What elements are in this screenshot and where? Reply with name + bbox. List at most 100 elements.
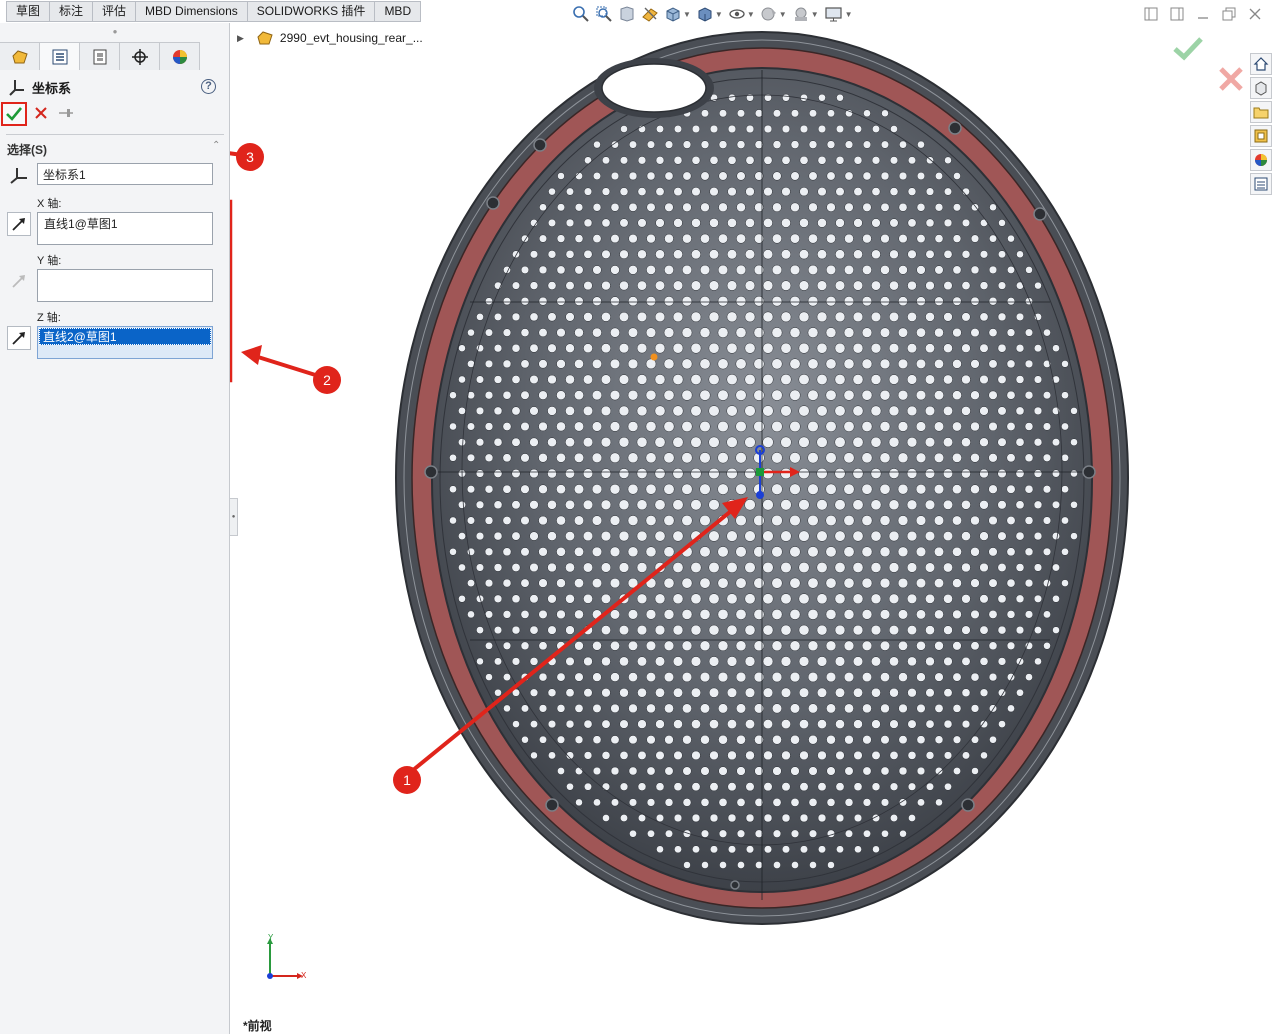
perforation-hole: [512, 720, 520, 728]
dimxpert-icon[interactable]: [120, 42, 160, 70]
file-explorer-icon[interactable]: [1250, 101, 1272, 123]
pin-icon[interactable]: [58, 107, 74, 119]
perforation-hole: [825, 296, 837, 307]
home-icon[interactable]: [1250, 53, 1272, 75]
perforation-hole: [592, 358, 602, 369]
perforation-hole: [672, 467, 684, 480]
perforation-hole: [925, 625, 935, 635]
perforation-hole: [933, 421, 945, 432]
x-axis-selection-box[interactable]: 直线1@草图1: [37, 212, 213, 245]
feature-manager-icon[interactable]: [0, 42, 40, 70]
perforation-hole: [835, 782, 845, 792]
design-library-icon[interactable]: [1250, 77, 1272, 99]
perforation-hole: [1024, 547, 1034, 557]
perforation-hole: [726, 280, 738, 291]
perforation-hole: [627, 640, 639, 651]
custom-properties-icon[interactable]: [1250, 173, 1272, 195]
perforation-hole: [898, 672, 908, 682]
perforation-hole: [600, 405, 612, 417]
perforation-hole: [592, 171, 602, 181]
property-manager-icon[interactable]: [40, 42, 80, 70]
property-manager-header: 坐标系 ?: [8, 77, 220, 97]
perforation-hole: [654, 311, 666, 323]
perforation-hole: [1006, 297, 1016, 306]
perforation-hole: [835, 687, 845, 698]
ok-button[interactable]: [1, 102, 27, 126]
perforation-hole: [844, 766, 854, 776]
perforation-hole: [925, 312, 935, 322]
perforation-hole: [925, 751, 935, 760]
perforation-hole: [575, 798, 583, 807]
perforation-hole: [807, 609, 819, 620]
perforation-hole: [591, 421, 603, 432]
collapse-caret-icon[interactable]: ⌃: [212, 140, 220, 151]
perforation-hole: [647, 829, 655, 838]
task-pane: [1250, 53, 1272, 195]
perforation-hole: [1052, 563, 1060, 572]
expand-caret-icon[interactable]: ▶: [237, 33, 244, 44]
view-palette-icon[interactable]: [1250, 125, 1272, 147]
perforation-hole: [637, 782, 647, 791]
perforation-hole: [925, 218, 935, 228]
perforation-hole: [673, 249, 683, 260]
perforation-hole: [780, 561, 792, 574]
y-axis-selection-box[interactable]: [37, 269, 213, 302]
perforation-hole: [771, 452, 783, 464]
perforation-hole: [727, 719, 737, 730]
perforation-hole: [673, 187, 683, 197]
perforation-hole: [970, 328, 980, 338]
perforation-hole: [744, 373, 756, 386]
panel-collapse-handle[interactable]: ●: [229, 498, 238, 536]
section-title-selections[interactable]: 选择(S): [7, 141, 47, 158]
x-axis-selection[interactable]: 直线1@草图1: [42, 215, 120, 232]
help-icon[interactable]: ?: [201, 79, 216, 94]
z-axis-selection-box[interactable]: 直线2@草图1: [37, 326, 213, 359]
panel-grip[interactable]: ●: [0, 23, 230, 41]
perforation-hole: [556, 515, 566, 526]
perforation-hole: [925, 249, 935, 259]
perforation-hole: [717, 264, 729, 275]
perforation-hole: [663, 296, 675, 307]
perforation-hole: [870, 405, 882, 417]
perforation-hole: [691, 782, 701, 792]
perforation-hole: [970, 234, 980, 243]
perforation-hole: [619, 156, 629, 165]
perforation-hole: [870, 530, 882, 542]
perforation-hole: [681, 577, 693, 589]
display-manager-icon[interactable]: [160, 42, 200, 70]
cancel-button[interactable]: [34, 106, 48, 120]
perforation-hole: [897, 358, 909, 370]
confirm-cancel-icon[interactable]: [1218, 66, 1244, 92]
perforation-hole: [888, 374, 900, 385]
perforation-hole: [861, 421, 873, 432]
perforation-hole: [610, 327, 620, 338]
perforation-hole: [817, 124, 827, 134]
perforation-hole: [699, 546, 711, 558]
x-axis-direction-icon[interactable]: [7, 212, 31, 236]
perforation-hole: [853, 750, 863, 760]
perforation-hole: [881, 829, 889, 838]
perforation-hole: [870, 656, 882, 667]
perforation-hole: [799, 218, 809, 228]
perforation-hole: [637, 156, 647, 165]
perforation-hole: [637, 750, 647, 760]
z-axis-selection[interactable]: 直线2@草图1: [39, 328, 211, 345]
perforation-hole: [629, 829, 637, 838]
y-axis-direction-icon[interactable]: [7, 269, 31, 293]
perforation-hole: [925, 719, 935, 729]
perforation-hole: [708, 530, 720, 542]
perforation-hole: [772, 171, 782, 181]
cable-opening[interactable]: [594, 58, 714, 118]
perforation-hole: [709, 218, 719, 228]
appearances-icon[interactable]: [1250, 149, 1272, 171]
confirm-ok-icon[interactable]: [1172, 36, 1204, 62]
z-axis-direction-icon[interactable]: [7, 326, 31, 350]
perforation-hole: [897, 452, 909, 464]
coordinate-system-name-field[interactable]: 坐标系1: [37, 163, 213, 185]
perforation-hole: [636, 562, 648, 573]
perforation-hole: [763, 155, 773, 165]
perforation-hole: [1061, 579, 1069, 587]
configuration-manager-icon[interactable]: [80, 42, 120, 70]
perforation-hole: [871, 187, 881, 197]
feature-tree-flyout[interactable]: ▶ 2990_evt_housing_rear_...: [237, 30, 423, 46]
